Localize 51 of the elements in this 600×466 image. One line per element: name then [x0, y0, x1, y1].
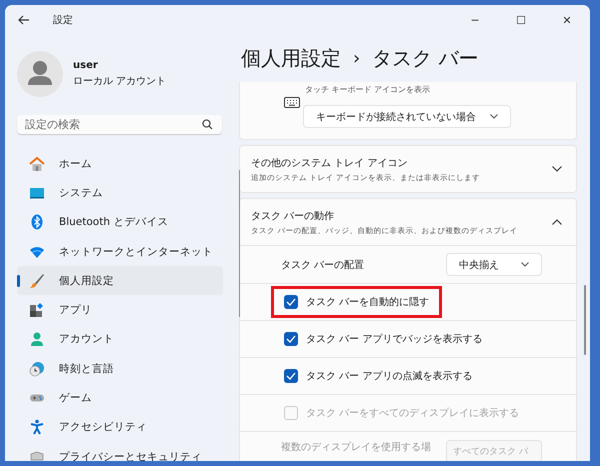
chevron-down-icon	[490, 114, 498, 119]
breadcrumb-separator: ›	[353, 48, 360, 69]
shield-icon	[29, 448, 45, 461]
checkbox-label: タスク バー アプリでバッジを表示する	[306, 332, 482, 346]
nav-item[interactable]: システム	[17, 178, 223, 208]
checkbox[interactable]	[284, 295, 298, 309]
nav-item[interactable]: Bluetooth とデバイス	[17, 208, 223, 237]
checkbox-label: タスク バー アプリの点滅を表示する	[306, 370, 472, 383]
person-icon	[29, 331, 45, 348]
nav-item[interactable]: アクセシビリティ	[17, 412, 223, 442]
section-title: タスク バーの動作	[251, 210, 336, 222]
apps-icon	[29, 302, 45, 318]
checkbox-label: タスク バーを自動的に隠す	[306, 296, 430, 309]
nav-item[interactable]: アカウント	[17, 324, 223, 354]
clock-icon	[29, 360, 45, 377]
setting-label: 複数のディスプレイを使用する場	[281, 440, 431, 454]
checkbox-label: タスク バーをすべてのディスプレイに表示する	[306, 406, 520, 420]
avatar-silhouette-icon	[17, 51, 63, 97]
setting-label: タスク バーの配置	[281, 258, 364, 272]
chevron-up-icon	[552, 219, 562, 225]
breadcrumb-parent[interactable]: 個人用設定	[241, 45, 341, 72]
dropdown[interactable]: 中央揃え	[446, 253, 542, 276]
nav-item[interactable]: ネットワークとインターネット	[17, 236, 223, 266]
chevron-down-icon	[521, 262, 529, 267]
setting-description: タッチ キーボード アイコンを表示	[305, 84, 432, 95]
maximize-button[interactable]: ☐	[498, 5, 544, 35]
checkbox[interactable]	[284, 332, 298, 346]
back-arrow-icon[interactable]	[18, 15, 30, 25]
checkbox[interactable]	[284, 369, 298, 383]
nav-item[interactable]: ホーム	[17, 149, 223, 178]
minimize-button[interactable]: ─	[452, 5, 498, 35]
nav-item[interactable]: アプリ	[17, 295, 223, 325]
keyboard-icon	[284, 97, 300, 108]
close-button[interactable]: ✕	[544, 5, 590, 35]
dropdown[interactable]: キーボードが接続されていない場合	[303, 105, 511, 128]
search-icon	[202, 119, 213, 130]
nav-item[interactable]: 個人用設定	[17, 266, 223, 296]
nav-item[interactable]: プライバシーとセキュリティ	[17, 442, 223, 461]
user-name: user	[73, 60, 99, 71]
window-title: 設定	[53, 14, 73, 27]
brush-icon	[29, 272, 45, 289]
accessibility-icon	[29, 419, 45, 436]
nav-item[interactable]: ゲーム	[17, 383, 223, 413]
nav-item[interactable]: 時刻と言語	[17, 354, 223, 384]
section-title: その他のシステム トレイ アイコン	[251, 156, 408, 170]
bluetooth-icon	[29, 214, 45, 230]
account-type: ローカル アカウント	[73, 75, 166, 88]
chevron-down-icon	[552, 166, 562, 172]
home-icon	[29, 156, 45, 172]
page-title: タスク バー	[372, 45, 479, 72]
search-field[interactable]: 設定の検索	[17, 115, 222, 134]
